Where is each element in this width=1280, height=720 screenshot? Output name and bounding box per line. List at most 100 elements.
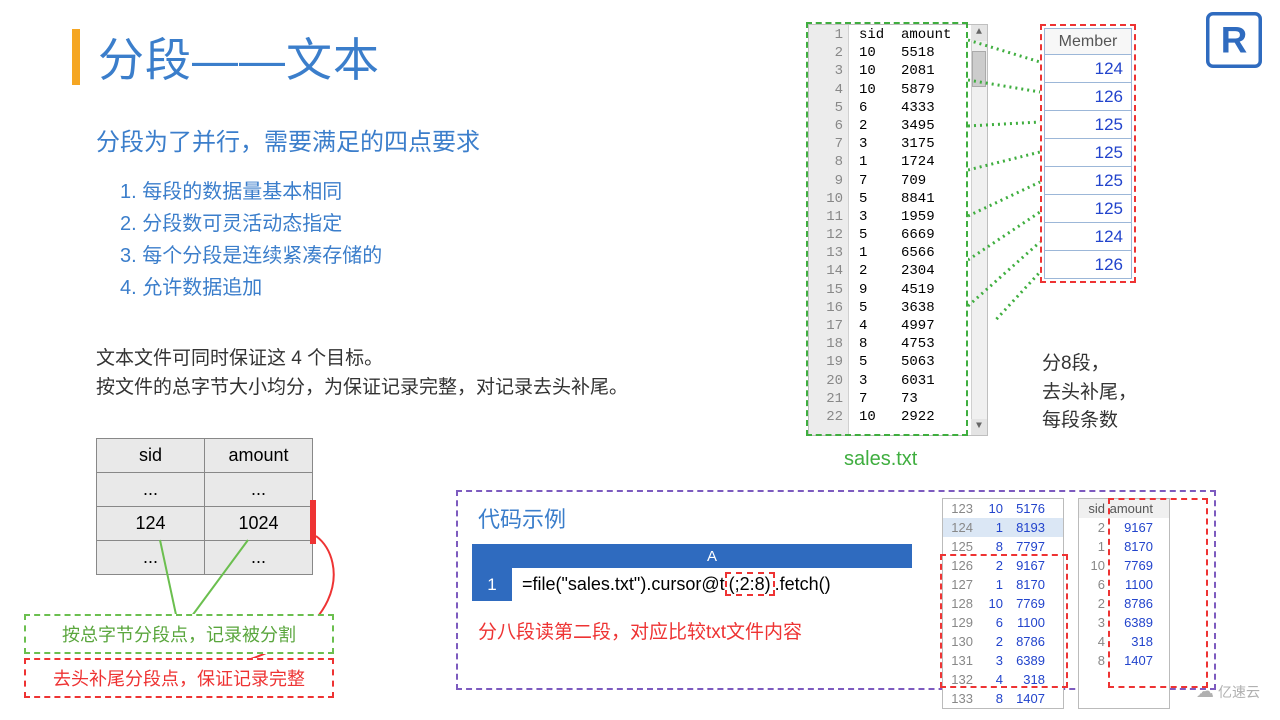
subtitle: 分段为了并行，需要满足的四点要求 [96,122,480,157]
line-content: 5 5063 [849,354,935,372]
req-item: 4. 允许数据追加 [120,272,382,304]
mini-row: 12629167 [943,556,1063,575]
line-content: 9 4519 [849,282,935,300]
watermark-text: 亿速云 [1218,682,1260,702]
txt-line: 105 8841 [809,191,987,209]
mini-row: 12418193 [943,518,1063,537]
mini-tables: 1231051761241819312587797126291671271817… [942,498,1170,709]
line-number: 20 [809,373,849,391]
line-content: 3 1959 [849,209,935,227]
member-caption: 分8段， 去头补尾， 每段条数 [1042,350,1137,436]
col-header: sid [97,439,205,473]
mini-row: 36389 [1079,613,1169,632]
mini-row: 13136389 [943,651,1063,670]
line-number: 21 [809,391,849,409]
mini-row: 81407 [1079,651,1169,670]
scrollbar[interactable]: ▲ ▼ [971,25,987,435]
txt-line: 217 73 [809,391,987,409]
member-cell: 125 [1045,195,1132,223]
cell: ... [205,473,313,507]
brand-logo: R [1206,12,1262,68]
caption-line: 分8段， [1042,350,1137,379]
req-item: 2. 分段数可灵活动态指定 [120,208,382,240]
code-text: .fetch() [775,574,831,594]
code-cell: =file("sales.txt").cursor@t(;2:8).fetch(… [512,568,912,601]
mini-row: 12961100 [943,613,1063,632]
member-cell: 125 [1045,167,1132,195]
member-cell: 124 [1045,55,1132,83]
code-table: A 1 =file("sales.txt").cursor@t(;2:8).fe… [472,544,912,601]
line-number: 4 [809,82,849,100]
line-number: 22 [809,409,849,427]
txt-line: 113 1959 [809,209,987,227]
mini-row: 128107769 [943,594,1063,613]
mini-row: 107769 [1079,556,1169,575]
body-text: 文本文件可同时保证这 4 个目标。 按文件的总字节大小均分，为保证记录完整，对记… [96,344,628,403]
req-item: 3. 每个分段是连续紧凑存储的 [120,240,382,272]
example-table: sidamount ...... 1241024 ...... [96,438,313,575]
cell: ... [205,541,313,575]
line-content: 5 8841 [849,191,935,209]
line-number: 10 [809,191,849,209]
member-cell: 126 [1045,83,1132,111]
mini-row: 1324318 [943,670,1063,689]
red-marker [310,500,316,544]
member-header: Member [1045,29,1132,55]
mini-row: 61100 [1079,575,1169,594]
red-note: 去头补尾分段点，保证记录完整 [24,658,334,698]
txt-line: 174 4997 [809,318,987,336]
member-cell: 125 [1045,139,1132,167]
mini-table-2: sidamount2916718170107769611002878636389… [1078,498,1170,709]
member-cell: 126 [1045,251,1132,279]
line-number: 17 [809,318,849,336]
title-text: 分段——文本 [98,24,380,90]
line-number: 7 [809,136,849,154]
mini-row: 123105176 [943,499,1063,518]
green-note: 按总字节分段点，记录被分割 [24,614,334,654]
mini-row: 12587797 [943,537,1063,556]
txt-line: 310 2081 [809,63,987,81]
line-content: 5 6669 [849,227,935,245]
line-content: 10 5518 [849,45,935,63]
line-content: 8 4753 [849,336,935,354]
line-number: 16 [809,300,849,318]
col-header: amount [205,439,313,473]
member-cell: 125 [1045,111,1132,139]
req-item: 1. 每段的数据量基本相同 [120,176,382,208]
line-content: 7 709 [849,173,926,191]
scroll-down-icon[interactable]: ▼ [971,419,987,435]
slide-title: 分段——文本 [72,24,380,90]
line-content: 7 73 [849,391,918,409]
mini-row: 13381407 [943,689,1063,708]
txt-line: 188 4753 [809,336,987,354]
line-content: 3 6031 [849,373,935,391]
caption-line: 去头补尾， [1042,379,1137,408]
line-number: 5 [809,100,849,118]
cell: ... [97,541,205,575]
txt-line: 131 6566 [809,245,987,263]
code-text: =file("sales.txt").cursor@t [522,574,725,594]
code-highlight: (;2:8) [725,572,775,596]
cell: 124 [97,507,205,541]
line-number: 14 [809,263,849,281]
txt-line: 203 6031 [809,373,987,391]
line-number: 18 [809,336,849,354]
line-content: 10 2922 [849,409,935,427]
member-table-wrap: Member 124126125125125125124126 [1040,24,1136,283]
txt-line: 56 4333 [809,100,987,118]
sales-txt-listing: 1sid amount210 5518310 2081410 587956 43… [808,24,988,436]
scroll-up-icon[interactable]: ▲ [971,25,987,41]
mini-row: 18170 [1079,537,1169,556]
line-number: 13 [809,245,849,263]
col-header: A [512,544,912,568]
scroll-thumb[interactable] [972,51,986,87]
line-content: 6 4333 [849,100,935,118]
line-content: 10 5879 [849,82,935,100]
line-content: 5 3638 [849,300,935,318]
line-content: 1 1724 [849,154,935,172]
member-cell: 124 [1045,223,1132,251]
txt-line: 410 5879 [809,82,987,100]
mini-table-1: 1231051761241819312587797126291671271817… [942,498,1064,709]
line-number: 9 [809,173,849,191]
txt-line: 195 5063 [809,354,987,372]
